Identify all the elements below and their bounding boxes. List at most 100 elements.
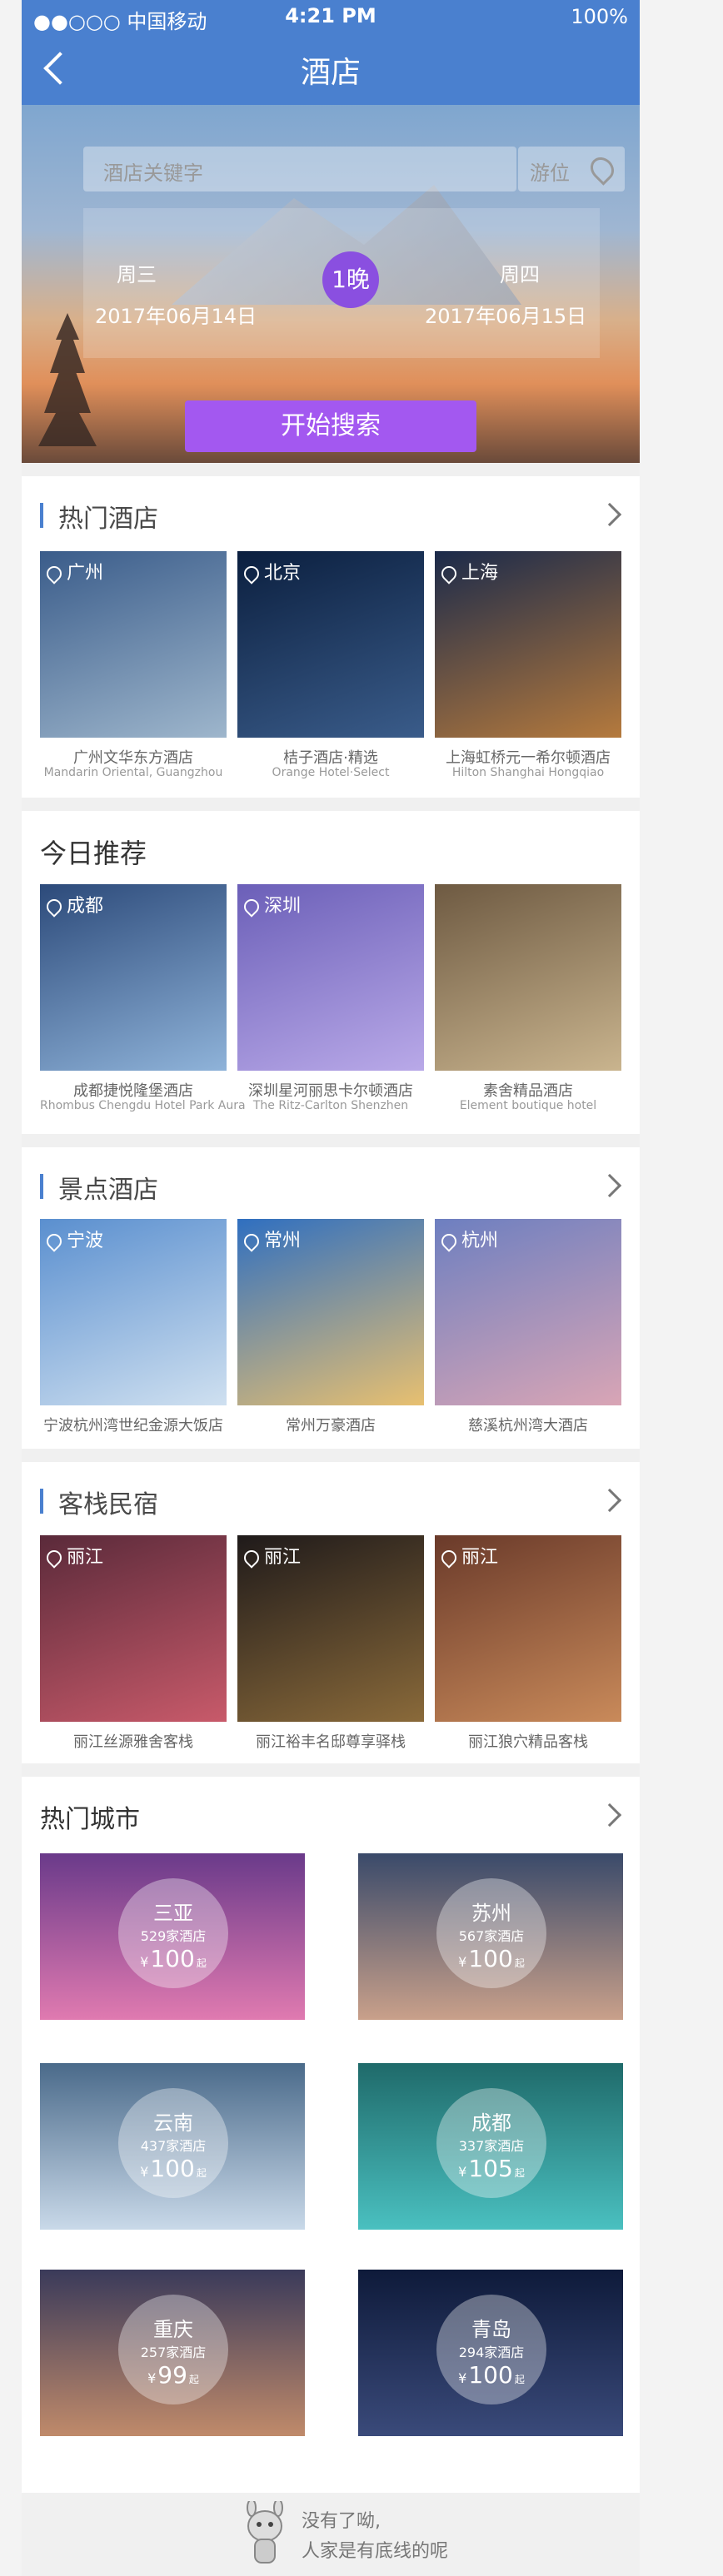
hotel-card[interactable]: 丽江丽江丝源雅舍客栈 (40, 1535, 227, 1768)
hotel-card[interactable]: 北京 桔子酒店·精选 Orange Hotel·Select (237, 551, 424, 784)
date-picker[interactable]: 周三 周四 2017年06月14日 2017年06月15日 1晚 (83, 208, 600, 358)
hotel-image[interactable]: 丽江 (237, 1535, 424, 1722)
location-pin-icon (43, 1231, 65, 1252)
battery: 100% (571, 5, 628, 28)
hotel-name[interactable]: 常州万豪酒店 (237, 1414, 424, 1435)
hotel-count: 294家酒店 (458, 2345, 525, 2360)
hotel-image[interactable]: 丽江 (435, 1535, 621, 1722)
city-tile[interactable]: 苏州 567家酒店 ¥100 起 (358, 1853, 623, 2020)
city-tag: 北京 (241, 558, 301, 584)
price-value: 99 (157, 2361, 187, 2389)
currency-symbol: ¥ (140, 2164, 149, 2180)
hotel-name[interactable]: 丽江狼穴精品客栈 (435, 1730, 621, 1752)
currency-symbol: ¥ (140, 1954, 149, 1970)
city-tag-label: 杭州 (461, 1231, 499, 1251)
footer-line-2: 人家是有底线的呢 (302, 2541, 449, 2562)
currency-symbol: ¥ (458, 2370, 467, 2386)
hotel-name-en: Element boutique hotel (459, 1099, 597, 1112)
hotel-name-en: Mandarin Oriental, Guangzhou (43, 766, 223, 779)
hotel-card[interactable]: 深圳 深圳星河丽思卡尔顿酒店 The Ritz-Carlton Shenzhen (237, 884, 424, 1117)
divider (22, 798, 640, 811)
chevron-right-icon[interactable] (597, 1173, 622, 1198)
hotel-image[interactable]: 深圳 (237, 884, 424, 1071)
hotel-name[interactable]: 广州文华东方酒店 (40, 746, 227, 768)
city-info-circle: 苏州 567家酒店 ¥100 起 (436, 1878, 546, 1988)
hotel-name[interactable]: 丽江丝源雅舍客栈 (40, 1730, 227, 1752)
price-value: 100 (150, 2155, 195, 2182)
hotel-image[interactable] (435, 884, 621, 1071)
section-inn-header[interactable]: 客栈民宿 (22, 1462, 640, 1537)
checkout-date[interactable]: 2017年06月15日 (425, 300, 586, 329)
hotel-name[interactable]: 桔子酒店·精选 (237, 746, 424, 768)
location-pin-icon (241, 1231, 262, 1252)
city-tile[interactable]: 三亚 529家酒店 ¥100 起 (40, 1853, 305, 2020)
price-value: 100 (468, 1945, 513, 1972)
city-price: ¥100 起 (118, 1945, 228, 1972)
hotel-name[interactable]: 深圳星河丽思卡尔顿酒店 (237, 1079, 424, 1101)
hotel-card[interactable]: 常州常州万豪酒店 (237, 1219, 424, 1452)
hotel-card[interactable]: 成都 成都捷悦隆堡酒店 Rhombus Chengdu Hotel Park Aur… (40, 884, 246, 1117)
city-price: ¥100 起 (118, 2155, 228, 2182)
city-tag: 广州 (43, 558, 103, 584)
city-tile[interactable]: 云南 437家酒店 ¥100 起 (40, 2063, 305, 2230)
city-tag-label: 成都 (67, 896, 104, 917)
section-hot-hotels-header[interactable]: 热门酒店 (22, 476, 640, 551)
accent-bar (40, 1489, 43, 1514)
hotel-name[interactable]: 慈溪杭州湾大酒店 (435, 1414, 621, 1435)
hotel-image[interactable]: 上海 (435, 551, 621, 738)
hotel-name[interactable]: 上海虹桥元一希尔顿酒店 (435, 746, 621, 768)
city-price: ¥100 起 (436, 2361, 546, 2389)
city-tag: 宁波 (43, 1226, 103, 1252)
city-tile[interactable]: 青岛 294家酒店 ¥100 起 (358, 2270, 623, 2436)
city-tag: 常州 (241, 1226, 301, 1252)
section-title: 热门城市 (40, 1805, 140, 1834)
checkin-date[interactable]: 2017年06月14日 (95, 300, 257, 329)
search-button[interactable]: 开始搜索 (185, 400, 476, 452)
hotel-name[interactable]: 素舍精品酒店 (435, 1079, 621, 1101)
city-info-circle: 成都 337家酒店 ¥105 起 (436, 2088, 546, 2198)
price-value: 100 (150, 1945, 195, 1972)
location-button[interactable]: 游位 (518, 147, 625, 191)
hotel-card[interactable]: 宁波宁波杭州湾世纪金源大饭店 (40, 1219, 227, 1452)
location-pin-icon (241, 1547, 262, 1569)
hotel-image[interactable]: 北京 (237, 551, 424, 738)
hotel-card[interactable]: 广州广州文华东方酒店 Mandarin Oriental, Guangzhou (40, 551, 227, 784)
price-unit: 起 (196, 2167, 207, 2179)
hotel-count: 257家酒店 (140, 2345, 207, 2360)
hotel-name[interactable]: 丽江裕丰名邸尊享驿栈 (237, 1730, 424, 1752)
hotel-card[interactable]: 上海 上海虹桥元一希尔顿酒店 Hilton Shanghai Hongqiao (435, 551, 621, 784)
hotel-image[interactable]: 常州 (237, 1219, 424, 1405)
location-label: 游位 (530, 162, 570, 185)
price-unit: 起 (196, 1957, 207, 1969)
checkin-weekday: 周三 (117, 263, 157, 286)
hotel-count: 567家酒店 (458, 1928, 525, 1944)
hotel-image[interactable]: 广州 (40, 551, 227, 738)
hotel-image[interactable]: 丽江 (40, 1535, 227, 1722)
search-input[interactable]: 酒店关键字 (83, 147, 516, 191)
hotel-card[interactable]: 丽江丽江裕丰名邸尊享驿栈 (237, 1535, 424, 1768)
chevron-right-icon[interactable] (597, 502, 622, 527)
section-hot-cities-header[interactable]: 热门城市 (22, 1777, 640, 1852)
hotel-name[interactable]: 宁波杭州湾世纪金源大饭店 (40, 1414, 227, 1435)
section-scenic-header[interactable]: 景点酒店 (22, 1147, 640, 1222)
hotel-card[interactable]: 丽江丽江狼穴精品客栈 (435, 1535, 621, 1768)
hotel-image[interactable]: 杭州 (435, 1219, 621, 1405)
chevron-right-icon[interactable] (597, 1488, 622, 1513)
right-margin (640, 0, 723, 2576)
hotel-card[interactable]: 杭州慈溪杭州湾大酒店 (435, 1219, 621, 1452)
location-pin-icon (438, 1231, 460, 1252)
city-name: 重庆 (153, 2318, 193, 2341)
hotel-image[interactable]: 成都 (40, 884, 227, 1071)
price-value: 105 (468, 2155, 513, 2182)
city-price: ¥105 起 (436, 2155, 546, 2182)
city-tile[interactable]: 成都 337家酒店 ¥105 起 (358, 2063, 623, 2230)
city-tag-label: 丽江 (461, 1547, 499, 1568)
city-tile[interactable]: 重庆 257家酒店 ¥99 起 (40, 2270, 305, 2436)
hotel-card[interactable]: 素舍精品酒店 Element boutique hotel (435, 884, 621, 1117)
city-info-circle: 重庆 257家酒店 ¥99 起 (118, 2295, 228, 2404)
hotel-name[interactable]: 成都捷悦隆堡酒店 (40, 1079, 227, 1101)
chevron-right-icon[interactable] (597, 1803, 622, 1828)
hotel-count: 529家酒店 (140, 1928, 207, 1944)
footer-line-1: 没有了呦, (302, 2511, 381, 2532)
hotel-image[interactable]: 宁波 (40, 1219, 227, 1405)
